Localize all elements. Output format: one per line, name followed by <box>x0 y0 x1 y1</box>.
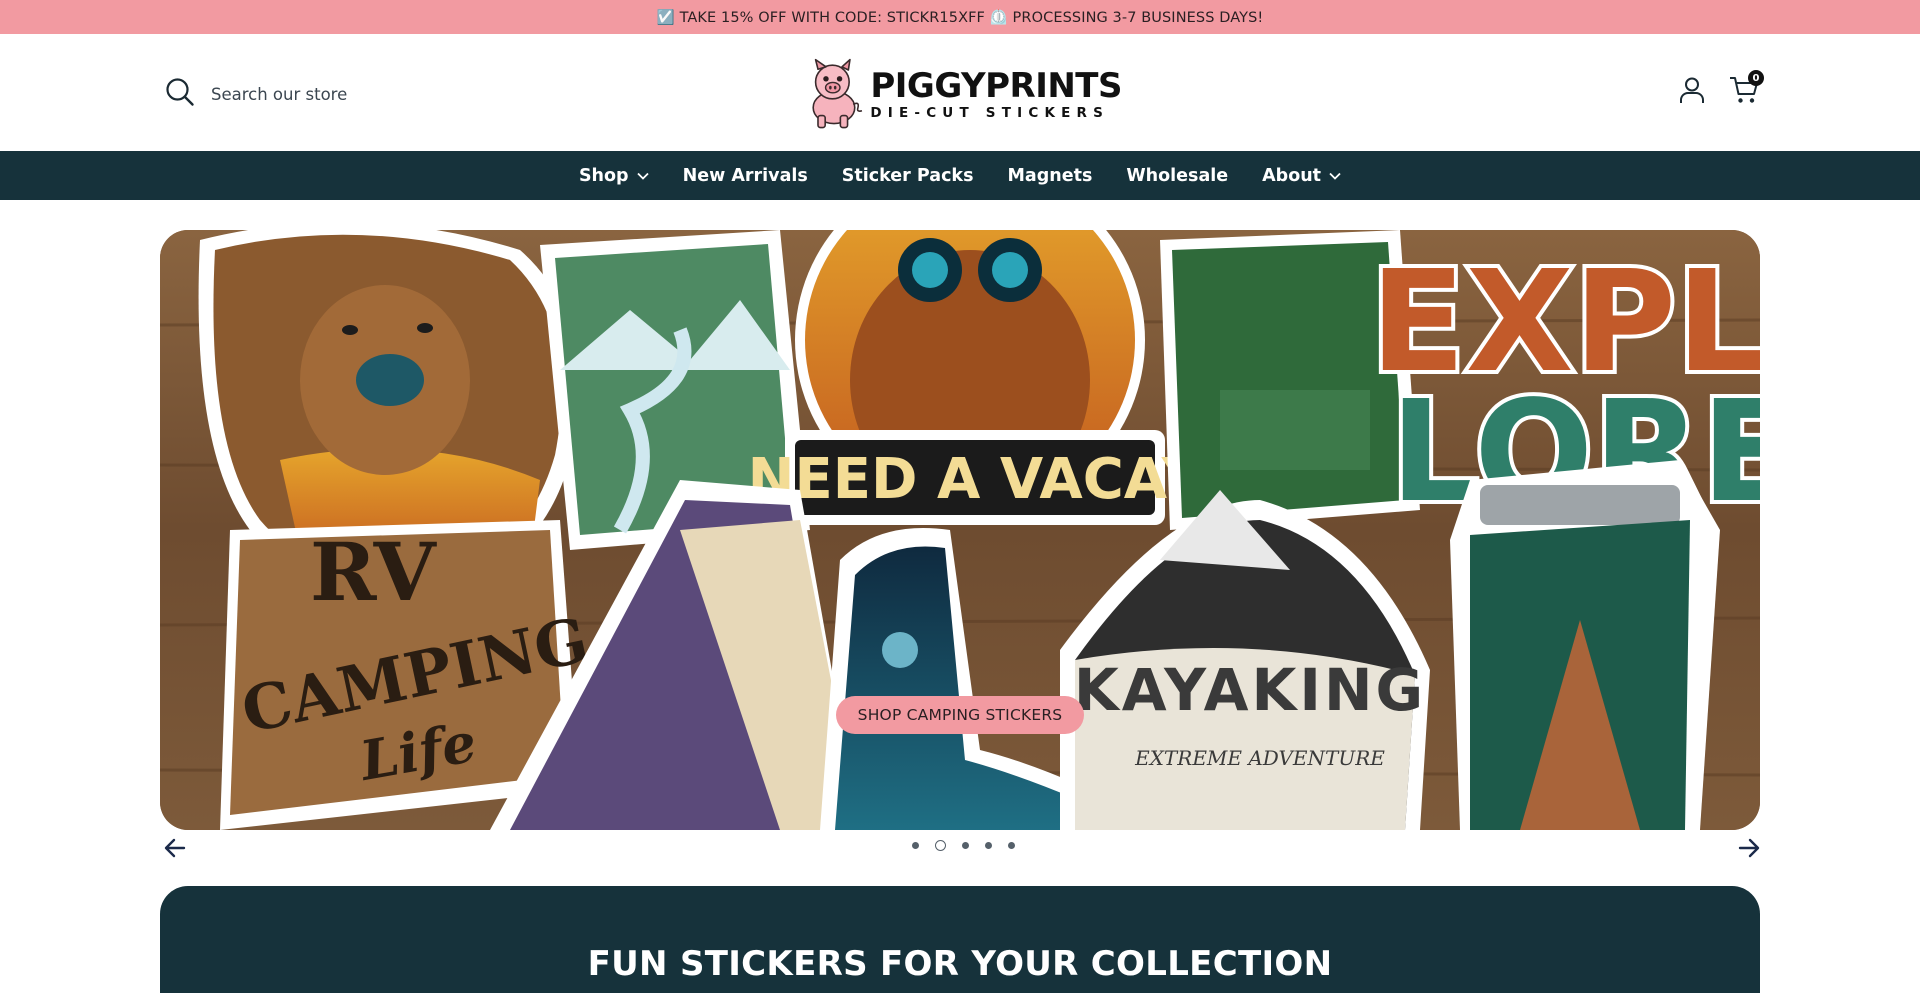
svg-text:EXTREME ADVENTURE: EXTREME ADVENTURE <box>1134 746 1385 770</box>
nav-item-label: Shop <box>578 165 629 186</box>
logo-title: PIGGYPRINTS <box>870 65 1122 106</box>
shop-camping-stickers-button[interactable]: SHOP CAMPING STICKERS <box>836 696 1084 734</box>
announcement-bar: ☑️ TAKE 15% OFF WITH CODE: STICKR15XFF ⏲… <box>0 0 1920 34</box>
chevron-down-icon <box>636 172 649 180</box>
logo-subtitle: DIE-CUT STICKERS <box>870 104 1110 121</box>
slide-dot[interactable] <box>1008 842 1015 849</box>
main-navigation: Shop New Arrivals Sticker Packs Magnets … <box>0 151 1920 200</box>
announcement-text: ☑️ TAKE 15% OFF WITH CODE: STICKR15XFF ⏲… <box>656 9 1264 26</box>
hero-banner-image: NEED A VACAY EXPL LORE RV CAMPING Life K… <box>160 230 1760 830</box>
nav-item-magnets[interactable]: Magnets <box>991 166 1110 186</box>
nav-item-label: Magnets <box>1007 165 1093 186</box>
collection-section: FUN STICKERS FOR YOUR COLLECTION <box>160 886 1760 993</box>
cart-button[interactable]: 0 <box>1728 70 1764 106</box>
arrow-left-icon[interactable] <box>162 836 188 860</box>
cart-count-badge: 0 <box>1748 70 1764 86</box>
hero-slideshow[interactable]: NEED A VACAY EXPL LORE RV CAMPING Life K… <box>160 230 1760 830</box>
store-logo[interactable]: PIGGYPRINTS DIE-CUT STICKERS <box>802 48 1122 140</box>
nav-item-label: About <box>1262 165 1322 186</box>
arrow-right-icon[interactable] <box>1736 836 1762 860</box>
nav-item-label: New Arrivals <box>682 165 808 186</box>
account-icon[interactable] <box>1676 74 1708 106</box>
nav-item-wholesale[interactable]: Wholesale <box>1109 166 1245 186</box>
nav-item-new-arrivals[interactable]: New Arrivals <box>666 166 825 186</box>
nav-item-shop[interactable]: Shop <box>562 166 666 186</box>
collection-heading: FUN STICKERS FOR YOUR COLLECTION <box>587 944 1333 984</box>
search-bar[interactable] <box>165 77 471 111</box>
search-icon[interactable] <box>165 77 195 111</box>
nav-item-label: Sticker Packs <box>841 165 974 186</box>
chevron-down-icon <box>1329 172 1341 180</box>
nav-item-label: Wholesale <box>1126 165 1229 186</box>
search-input[interactable] <box>211 84 471 104</box>
slide-dot[interactable] <box>962 842 969 849</box>
svg-text:KAYAKING: KAYAKING <box>1074 656 1426 724</box>
site-header: PIGGYPRINTS DIE-CUT STICKERS 0 <box>0 34 1920 151</box>
slide-dot[interactable] <box>985 842 992 849</box>
slide-pagination <box>904 840 1023 851</box>
pig-mascot-icon <box>812 58 863 129</box>
slide-dot[interactable] <box>912 842 919 849</box>
svg-text:NEED A VACAY: NEED A VACAY <box>748 447 1204 512</box>
slide-dot-active[interactable] <box>935 840 946 851</box>
nav-item-sticker-packs[interactable]: Sticker Packs <box>825 166 991 186</box>
svg-text:RV: RV <box>310 525 438 619</box>
nav-item-about[interactable]: About <box>1245 166 1358 186</box>
